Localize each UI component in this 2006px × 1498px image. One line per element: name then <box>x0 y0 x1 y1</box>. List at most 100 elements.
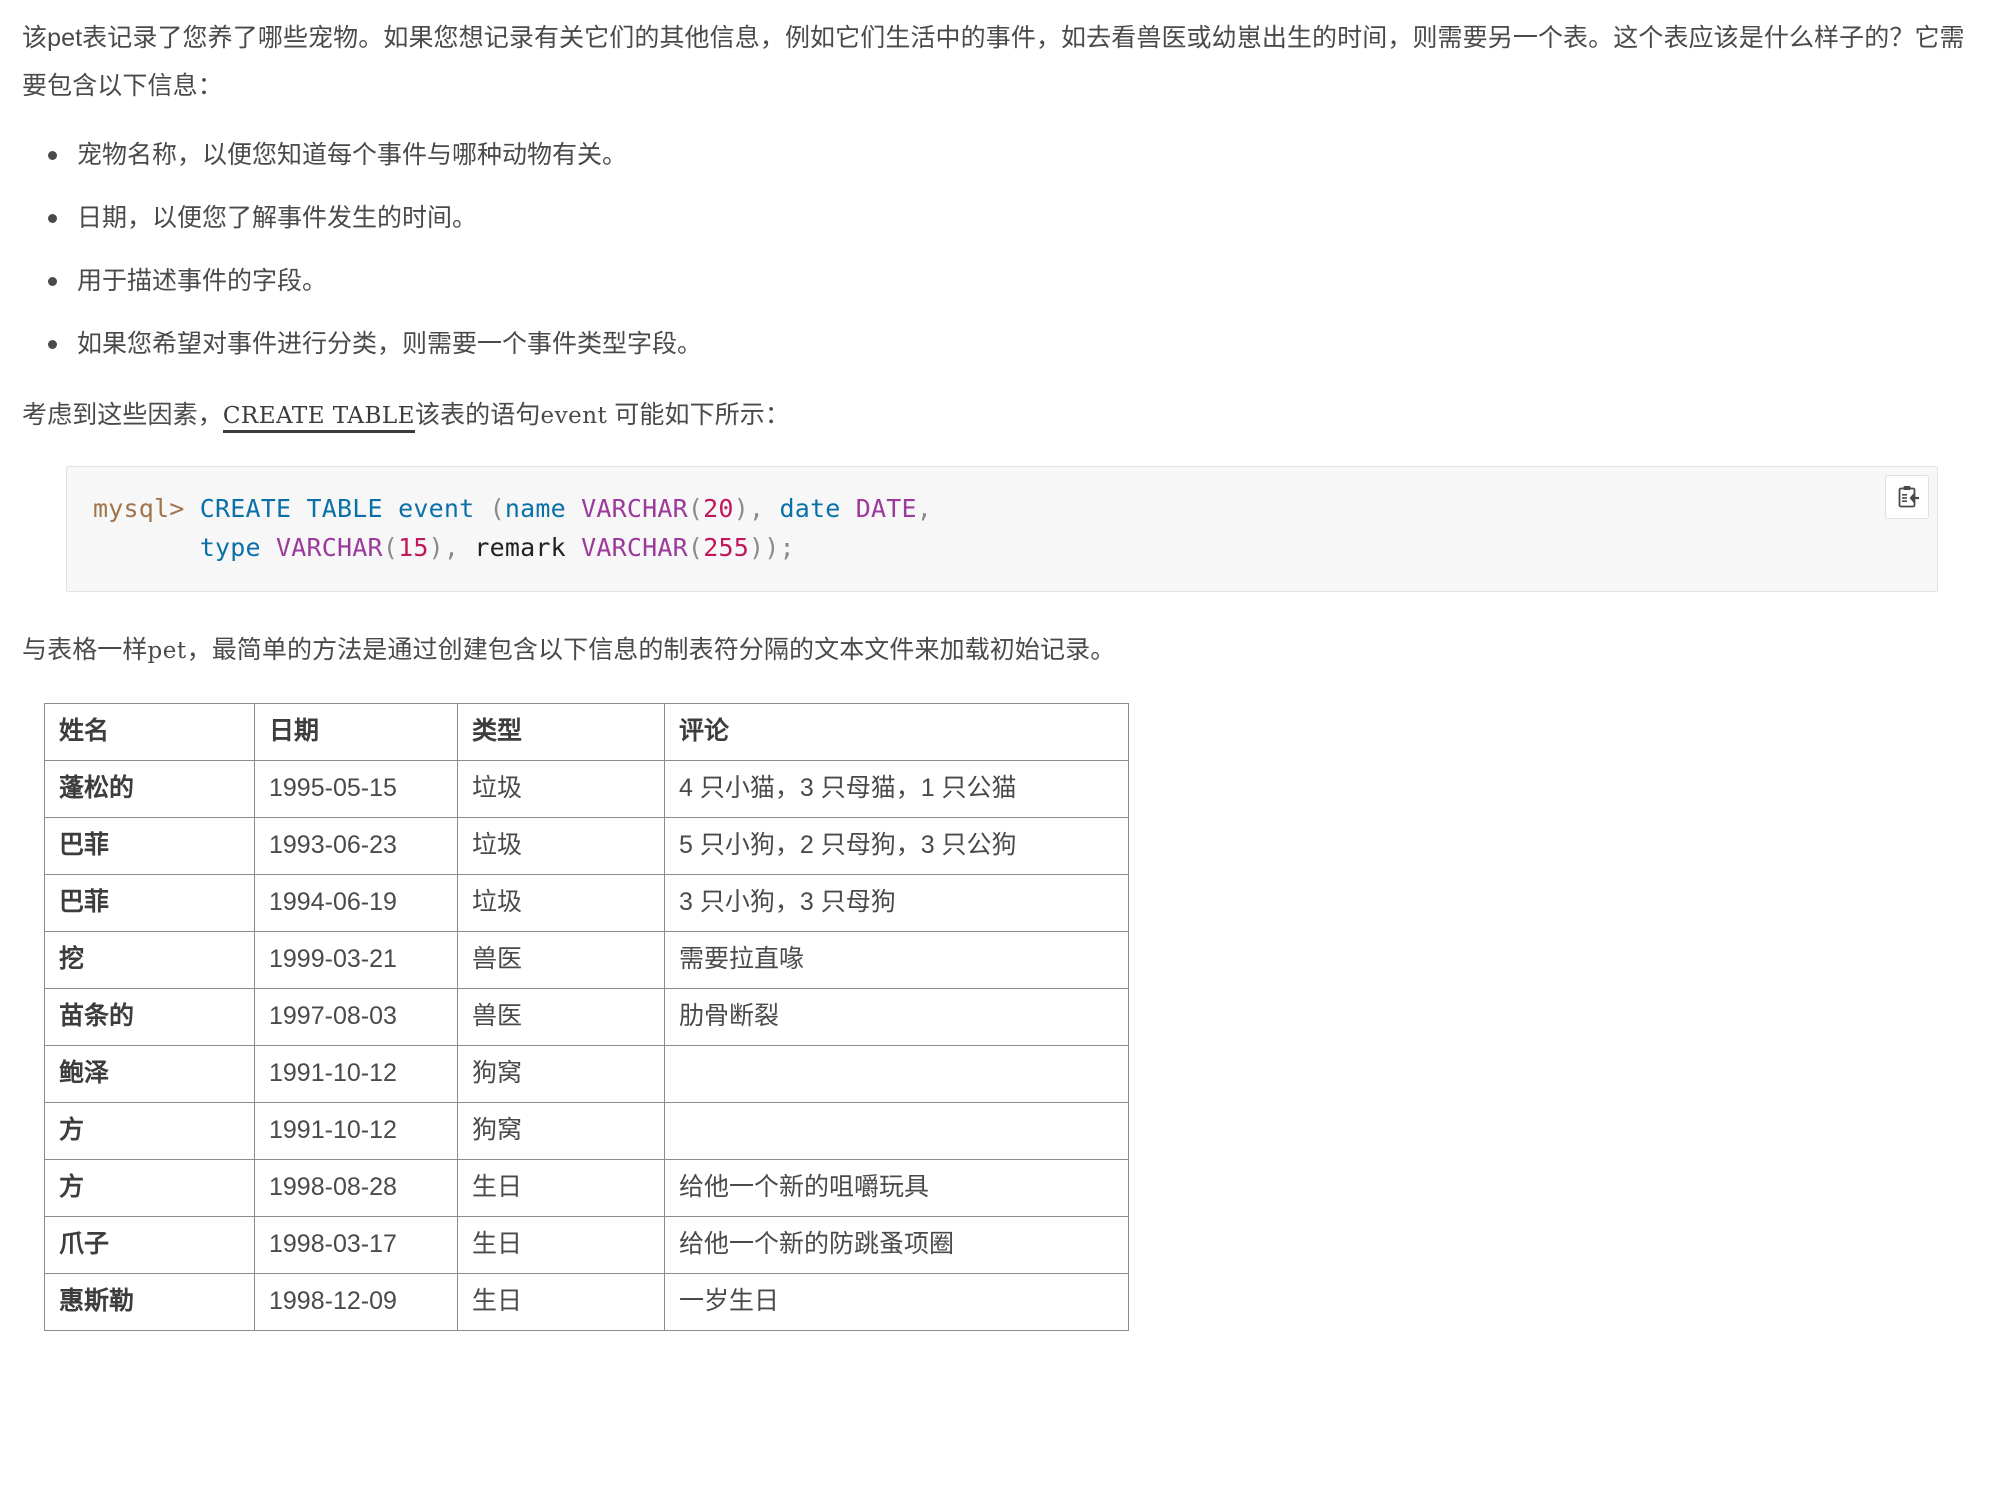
column-header-name: 姓名 <box>44 703 255 761</box>
code-punctuation: ( <box>687 494 704 523</box>
bullet-dot-icon <box>48 277 57 286</box>
cell-type: 生日 <box>457 1216 665 1274</box>
table-row: 惠斯勒 1998-12-09 生日 一岁生日 <box>44 1273 1129 1331</box>
cell-remark <box>664 1045 1129 1103</box>
load-intro-before: 与表格一样 <box>22 636 148 664</box>
cell-type: 垃圾 <box>457 874 665 932</box>
create-intro-after: 可能如下所示： <box>607 401 791 429</box>
event-records-table: 姓名 日期 类型 评论 蓬松的 1995-05-15 垃圾 4 只小猫，3 只母… <box>44 703 1129 1331</box>
table-row: 鲍泽 1991-10-12 狗窝 <box>44 1045 1129 1103</box>
code-column-type: type <box>199 533 261 562</box>
cell-name: 巴菲 <box>44 817 255 875</box>
table-header-row: 姓名 日期 类型 评论 <box>44 703 1129 761</box>
cell-name: 惠斯勒 <box>44 1273 255 1331</box>
cell-remark: 给他一个新的防跳蚤项圈 <box>664 1216 1129 1274</box>
cell-remark: 5 只小狗，2 只母狗，3 只公狗 <box>664 817 1129 875</box>
cell-date: 1998-08-28 <box>254 1159 458 1217</box>
code-punctuation: ( <box>489 494 505 523</box>
code-prompt: mysql> <box>93 494 185 523</box>
table-body: 蓬松的 1995-05-15 垃圾 4 只小猫，3 只母猫，1 只公猫 巴菲 1… <box>44 760 1129 1331</box>
code-punctuation: ), <box>428 533 460 562</box>
cell-remark: 给他一个新的咀嚼玩具 <box>664 1159 1129 1217</box>
cell-type: 狗窝 <box>457 1045 665 1103</box>
code-punctuation: , <box>916 494 933 523</box>
list-item: 日期，以便您了解事件发生的时间。 <box>22 201 1984 235</box>
table-row: 苗条的 1997-08-03 兽医 肋骨断裂 <box>44 988 1129 1046</box>
column-header-remark: 评论 <box>664 703 1129 761</box>
cell-remark: 3 只小狗，3 只母狗 <box>664 874 1129 932</box>
cell-remark: 一岁生日 <box>664 1273 1129 1331</box>
bullet-dot-icon <box>48 340 57 349</box>
list-item-text: 日期，以便您了解事件发生的时间。 <box>77 204 478 232</box>
cell-type: 垃圾 <box>457 817 665 875</box>
list-item-text: 宠物名称，以便您知道每个事件与哪种动物有关。 <box>77 141 628 169</box>
intro-paragraph: 该pet表记录了您养了哪些宠物。如果您想记录有关它们的其他信息，例如它们生活中的… <box>22 24 1965 100</box>
cell-date: 1998-12-09 <box>254 1273 458 1331</box>
create-table-intro-paragraph: 考虑到这些因素，CREATE TABLE该表的语句event 可能如下所示： <box>22 391 1984 440</box>
cell-type: 生日 <box>457 1273 665 1331</box>
code-type-varchar: VARCHAR <box>276 533 383 562</box>
code-block-content: mysql> CREATE TABLE event (name VARCHAR(… <box>93 489 1911 567</box>
code-number: 15 <box>398 533 429 562</box>
cell-name: 挖 <box>44 931 255 989</box>
cell-remark <box>664 1102 1129 1160</box>
cell-name: 方 <box>44 1159 255 1217</box>
bullet-dot-icon <box>48 151 57 160</box>
load-records-paragraph: 与表格一样pet，最简单的方法是通过创建包含以下信息的制表符分隔的文本文件来加载… <box>22 626 1984 675</box>
cell-name: 鲍泽 <box>44 1045 255 1103</box>
code-punctuation: )); <box>748 533 795 562</box>
cell-type: 狗窝 <box>457 1102 665 1160</box>
cell-remark: 4 只小猫，3 只母猫，1 只公猫 <box>664 760 1129 818</box>
code-identifier-event: event <box>398 494 475 523</box>
table-row: 蓬松的 1995-05-15 垃圾 4 只小猫，3 只母猫，1 只公猫 <box>44 760 1129 818</box>
cell-date: 1993-06-23 <box>254 817 458 875</box>
cell-date: 1991-10-12 <box>254 1102 458 1160</box>
inline-code-create-table: CREATE TABLE <box>222 403 415 433</box>
code-type-varchar: VARCHAR <box>581 494 688 523</box>
list-item: 如果您希望对事件进行分类，则需要一个事件类型字段。 <box>22 327 1984 361</box>
table-row: 爪子 1998-03-17 生日 给他一个新的防跳蚤项圈 <box>44 1216 1129 1274</box>
code-type-date: DATE <box>855 494 917 523</box>
bullet-dot-icon <box>48 214 57 223</box>
list-item: 宠物名称，以便您知道每个事件与哪种动物有关。 <box>22 138 1984 172</box>
create-intro-middle: 该表的语句 <box>414 401 541 429</box>
cell-remark: 需要拉直喙 <box>664 931 1129 989</box>
table-head: 姓名 日期 类型 评论 <box>44 703 1129 761</box>
column-header-type: 类型 <box>457 703 665 761</box>
cell-name: 方 <box>44 1102 255 1160</box>
clipboard-copy-icon <box>1898 486 1920 508</box>
code-punctuation: ( <box>687 533 704 562</box>
table-row: 巴菲 1994-06-19 垃圾 3 只小狗，3 只母狗 <box>44 874 1129 932</box>
requirements-list: 宠物名称，以便您知道每个事件与哪种动物有关。 日期，以便您了解事件发生的时间。 … <box>22 138 1984 361</box>
cell-date: 1998-03-17 <box>254 1216 458 1274</box>
cell-date: 1997-08-03 <box>254 988 458 1046</box>
code-column-remark: remark <box>474 533 566 562</box>
inline-code-event: event <box>540 403 608 429</box>
create-intro-before: 考虑到这些因素， <box>22 401 223 429</box>
cell-date: 1999-03-21 <box>254 931 458 989</box>
inline-code-pet: pet <box>147 638 187 664</box>
cell-name: 巴菲 <box>44 874 255 932</box>
table-row: 巴菲 1993-06-23 垃圾 5 只小狗，2 只母狗，3 只公狗 <box>44 817 1129 875</box>
code-type-varchar: VARCHAR <box>581 533 688 562</box>
code-block: mysql> CREATE TABLE event (name VARCHAR(… <box>66 466 1938 592</box>
code-punctuation: ( <box>382 533 399 562</box>
code-keyword-create-table: CREATE TABLE <box>199 494 383 523</box>
code-column-name: name <box>504 494 566 523</box>
cell-type: 垃圾 <box>457 760 665 818</box>
cell-name: 苗条的 <box>44 988 255 1046</box>
document-page: 该pet表记录了您养了哪些宠物。如果您想记录有关它们的其他信息，例如它们生活中的… <box>0 0 2006 1341</box>
table-row: 方 1998-08-28 生日 给他一个新的咀嚼玩具 <box>44 1159 1129 1217</box>
load-intro-after: ，最简单的方法是通过创建包含以下信息的制表符分隔的文本文件来加载初始记录。 <box>186 636 1116 664</box>
code-punctuation: ), <box>733 494 765 523</box>
cell-name: 蓬松的 <box>44 760 255 818</box>
table-row: 方 1991-10-12 狗窝 <box>44 1102 1129 1160</box>
column-header-date: 日期 <box>254 703 458 761</box>
list-item-text: 如果您希望对事件进行分类，则需要一个事件类型字段。 <box>77 330 703 358</box>
cell-date: 1994-06-19 <box>254 874 458 932</box>
cell-type: 兽医 <box>457 988 665 1046</box>
code-number: 20 <box>703 494 734 523</box>
table-row: 挖 1999-03-21 兽医 需要拉直喙 <box>44 931 1129 989</box>
list-item-text: 用于描述事件的字段。 <box>77 267 328 295</box>
copy-to-clipboard-button[interactable] <box>1885 475 1929 519</box>
